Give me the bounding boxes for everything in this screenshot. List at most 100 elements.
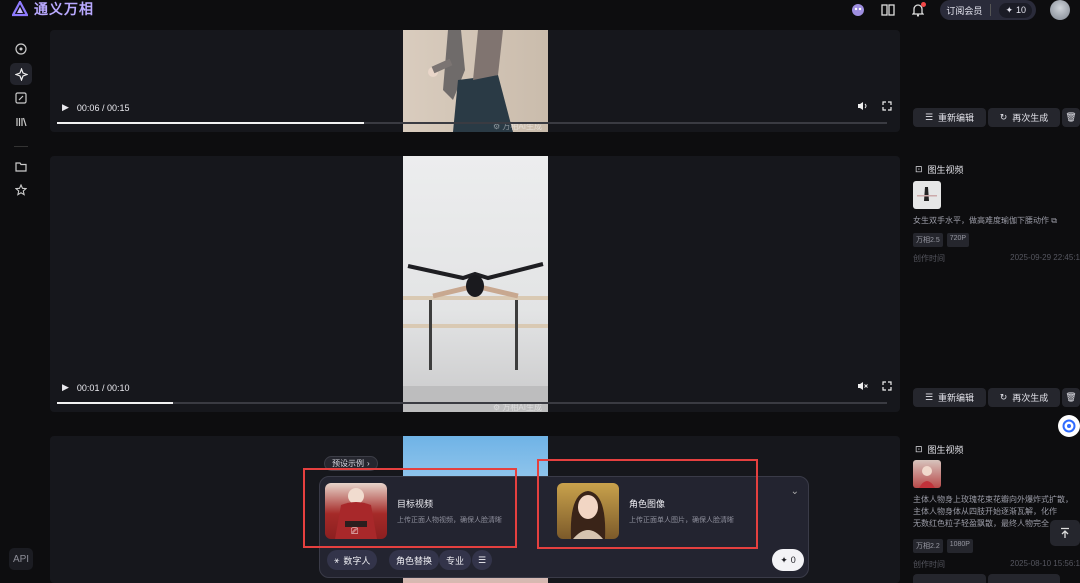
professional-chip[interactable]: 专业 xyxy=(439,550,472,570)
chip-label: 数字人 xyxy=(343,555,371,566)
play-icon[interactable]: ▶ xyxy=(62,382,69,393)
reedit-button[interactable] xyxy=(913,574,986,583)
player-controls: ▶ 00:01 / 00:10 xyxy=(62,382,129,393)
credits-count: 10 xyxy=(1015,5,1026,15)
video-time: 00:06 / 00:15 xyxy=(76,102,130,113)
trash-icon: 🗑 xyxy=(1065,112,1077,122)
assistant-icon xyxy=(1062,419,1076,433)
video-card: ⚙ 万相AI生成 ▶ 00:01 / 00:10 xyxy=(50,156,900,412)
digital-human-icon: ⚹ xyxy=(334,554,340,565)
source-thumbnail[interactable] xyxy=(913,460,941,488)
role-replace-chip[interactable]: 角色替换 xyxy=(389,550,440,570)
sidebar-favorites[interactable] xyxy=(10,179,32,201)
sidebar-divider xyxy=(14,146,28,147)
fullscreen-icon[interactable] xyxy=(882,381,892,391)
regenerate-label: 再次生成 xyxy=(1012,113,1049,123)
collapse-chevron-icon[interactable]: ⌄ xyxy=(791,486,799,497)
resolution-tag: 1080P xyxy=(946,539,973,553)
tag-row: 万相2.2 1080P xyxy=(913,539,973,553)
highlight-box xyxy=(537,459,758,549)
sidebar-edit[interactable] xyxy=(10,87,32,109)
sidebar-folder[interactable] xyxy=(10,155,32,177)
regenerate-button[interactable] xyxy=(988,574,1060,583)
sidebar-create[interactable] xyxy=(10,63,32,85)
sparkle-icon: ✦ xyxy=(1005,4,1013,15)
regenerate-button[interactable]: ↻ 再次生成 xyxy=(988,388,1060,407)
progress-fill xyxy=(57,402,174,404)
reedit-icon: ☰ xyxy=(924,392,934,402)
prompt-line: 主体人物身体从四肢开始逐渐瓦解，化作 xyxy=(913,507,1057,516)
reedit-label: 重新编辑 xyxy=(938,113,975,123)
volume-icon[interactable] xyxy=(857,101,868,111)
delete-button[interactable]: 🗑 xyxy=(1062,388,1080,407)
edit-icon xyxy=(15,92,27,104)
created-time: 2025-08-10 15:56:1 xyxy=(1010,559,1080,568)
back-to-top-button[interactable] xyxy=(1050,520,1080,546)
subscribe-button[interactable]: 订阅会员 xyxy=(946,4,982,17)
delete-button[interactable]: 🗑 xyxy=(1062,108,1080,127)
settings-chip[interactable]: ☰ xyxy=(472,550,493,570)
progress-bar[interactable] xyxy=(57,402,887,404)
sliders-icon: ☰ xyxy=(478,554,487,565)
regenerate-button[interactable]: ↻ 再次生成 xyxy=(988,108,1060,127)
source-thumbnail[interactable] xyxy=(913,181,941,209)
app-title: 通义万相 xyxy=(34,1,94,17)
tag-row: 万相2.5 720P xyxy=(913,233,970,247)
chip-label: 专业 xyxy=(446,555,465,566)
video-time: 00:01 / 00:10 xyxy=(76,382,130,393)
mute-icon[interactable] xyxy=(857,381,868,391)
generation-type-label: 图生视频 xyxy=(927,445,964,455)
reedit-button[interactable]: ☰ 重新编辑 xyxy=(913,108,986,127)
layout-icon[interactable] xyxy=(880,2,896,18)
player-controls: ▶ 00:06 / 00:15 xyxy=(62,102,129,113)
video-frame[interactable]: ⚙ 万相AI生成 xyxy=(403,30,548,132)
created-row: 创作时间 2025-08-10 15:56:1 xyxy=(913,559,1080,570)
sparkle-create-icon xyxy=(14,67,28,81)
video-card: ⚙ 万相AI生成 ▶ 00:06 / 00:15 xyxy=(50,30,900,132)
resolution-tag: 720P xyxy=(946,233,970,247)
chevron-right-icon: › xyxy=(367,459,370,468)
generation-type: ⊡ 图生视频 xyxy=(915,163,964,176)
notification-dot xyxy=(921,2,927,7)
progress-fill xyxy=(57,122,365,124)
video-type-icon: ⊡ xyxy=(915,444,923,454)
player-controls-right xyxy=(857,101,892,111)
refresh-icon: ↻ xyxy=(999,392,1008,402)
arrow-up-icon xyxy=(1061,527,1069,538)
api-button[interactable]: API xyxy=(9,548,33,570)
companion-icon[interactable] xyxy=(850,2,866,18)
video-frame[interactable]: ⚙ 万相AI生成 xyxy=(403,156,548,412)
highlight-box xyxy=(303,468,517,548)
created-time: 2025-09-29 22:45:1 xyxy=(1010,253,1080,262)
reedit-label: 重新编辑 xyxy=(938,393,975,403)
chip-label: 角色替换 xyxy=(396,555,433,566)
app-logo[interactable]: 通义万相 xyxy=(12,0,94,18)
sidebar-library[interactable] xyxy=(10,111,32,133)
regenerate-label: 再次生成 xyxy=(1012,393,1049,403)
player-controls-right xyxy=(857,381,892,391)
notification-bell-icon[interactable] xyxy=(910,2,927,18)
digital-human-chip[interactable]: ⚹ 数字人 xyxy=(327,550,378,570)
sidebar-explore[interactable] xyxy=(10,38,32,60)
user-avatar[interactable] xyxy=(1050,0,1070,20)
generate-cost: 0 xyxy=(790,555,796,565)
refresh-icon: ↻ xyxy=(999,112,1008,122)
progress-bar[interactable] xyxy=(57,122,887,124)
play-icon[interactable]: ▶ xyxy=(62,102,69,113)
generation-type-label: 图生视频 xyxy=(927,165,964,175)
generate-button[interactable]: ✦ 0 xyxy=(772,549,804,571)
credits-display[interactable]: ✦ 10 xyxy=(999,2,1032,18)
reedit-button[interactable]: ☰ 重新编辑 xyxy=(913,388,986,407)
header-actions: 订阅会员 ✦ 10 xyxy=(850,0,1070,20)
sparkle-icon: ✦ xyxy=(780,554,788,565)
assistant-float-button[interactable] xyxy=(1058,415,1080,437)
star-icon xyxy=(15,184,27,196)
copy-icon[interactable]: ⧉ xyxy=(1051,216,1057,225)
fullscreen-icon[interactable] xyxy=(882,101,892,111)
reedit-icon: ☰ xyxy=(924,112,934,122)
video-type-icon: ⊡ xyxy=(915,164,923,174)
created-label: 创作时间 xyxy=(913,254,945,263)
generation-type: ⊡ 图生视频 xyxy=(915,443,964,456)
prompt-text: 女生双手水平，做高难度瑜伽下腰动作 ⧉ xyxy=(913,216,1057,225)
compass-icon xyxy=(15,43,27,55)
